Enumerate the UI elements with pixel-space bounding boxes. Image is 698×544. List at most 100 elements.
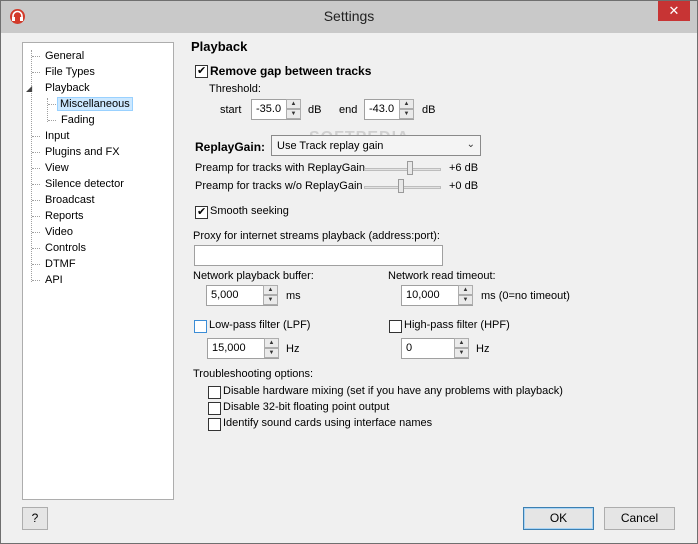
proxy-input[interactable] — [194, 245, 443, 266]
troubleshooting-label: Troubleshooting options: — [193, 368, 314, 380]
start-label: start — [220, 104, 242, 116]
tree-item-plugins-and-fx[interactable]: Plugins and FX — [43, 144, 122, 160]
lpf-label[interactable]: Low-pass filter (LPF) — [209, 319, 310, 331]
end-label: end — [339, 104, 358, 116]
tree-item-controls[interactable]: Controls — [43, 240, 88, 256]
identify-sound-cards-checkbox[interactable] — [208, 418, 221, 431]
replaygain-select[interactable]: Use Track replay gain ⌄ — [271, 135, 481, 156]
help-button[interactable]: ? — [22, 507, 48, 530]
net-timeout-spinner[interactable]: 10,000 ▲ ▼ — [401, 285, 473, 306]
tree-connector — [47, 98, 48, 122]
remove-gap-checkbox[interactable] — [195, 64, 208, 78]
spin-down-icon[interactable]: ▼ — [399, 109, 414, 119]
end-spinner[interactable]: -43.0 ▲ ▼ — [364, 99, 414, 120]
preamp-with-track[interactable] — [364, 168, 441, 171]
lpf-unit: Hz — [286, 343, 300, 355]
preamp-with-slider-thumb[interactable] — [407, 161, 413, 175]
smooth-seeking-checkbox[interactable] — [195, 205, 208, 219]
net-buffer-unit: ms — [286, 290, 301, 302]
tree-connector — [32, 72, 40, 73]
start-value: -35.0 — [256, 103, 282, 115]
disable-32bit-checkbox[interactable] — [208, 402, 221, 415]
spin-down-icon[interactable]: ▼ — [264, 348, 279, 358]
smooth-seeking-label[interactable]: Smooth seeking — [210, 205, 289, 217]
tree-item-miscellaneous[interactable]: Miscellaneous — [57, 96, 133, 112]
preamp-with-label: Preamp for tracks with ReplayGain — [195, 162, 365, 174]
tree-item-video[interactable]: Video — [43, 224, 75, 240]
identify-sound-cards-label[interactable]: Identify sound cards using interface nam… — [223, 417, 432, 429]
proxy-label: Proxy for internet streams playback (add… — [193, 230, 440, 242]
spin-down-icon[interactable]: ▼ — [458, 295, 473, 305]
close-button[interactable]: ✕ — [658, 1, 690, 21]
spin-down-icon[interactable]: ▼ — [263, 295, 278, 305]
tree-item-reports[interactable]: Reports — [43, 208, 86, 224]
end-value: -43.0 — [369, 103, 395, 115]
tree-connector — [32, 184, 40, 185]
net-buffer-label: Network playback buffer: — [193, 270, 314, 282]
spin-up-icon[interactable]: ▲ — [264, 338, 279, 348]
net-timeout-value: 10,000 — [406, 289, 440, 301]
preamp-with-value: +6 dB — [449, 162, 479, 174]
spin-up-icon[interactable]: ▲ — [263, 285, 278, 295]
tree-item-broadcast[interactable]: Broadcast — [43, 192, 97, 208]
collapse-triangle-icon[interactable]: ◢ — [26, 84, 32, 93]
net-buffer-spinner[interactable]: 5,000 ▲ ▼ — [206, 285, 278, 306]
tree-connector — [32, 232, 40, 233]
tree-item-fading[interactable]: Fading — [59, 112, 97, 128]
net-timeout-unit: ms (0=no timeout) — [481, 290, 570, 302]
window-title: Settings — [323, 8, 375, 24]
hpf-label[interactable]: High-pass filter (HPF) — [404, 319, 510, 331]
lpf-value: 15,000 — [212, 342, 246, 354]
replaygain-label: ReplayGain: — [195, 140, 266, 154]
dialog-body: General File Types ◢ Playback Miscellane… — [9, 33, 689, 537]
spin-up-icon[interactable]: ▲ — [286, 99, 301, 109]
tree-connector — [32, 216, 40, 217]
lpf-checkbox[interactable] — [194, 320, 207, 333]
hpf-spinner[interactable]: 0 ▲ ▼ — [401, 338, 469, 359]
disable-32bit-label[interactable]: Disable 32-bit floating point output — [223, 401, 389, 413]
end-unit: dB — [422, 104, 436, 116]
tree-item-silence-detector[interactable]: Silence detector — [43, 176, 126, 192]
tree-item-api[interactable]: API — [43, 272, 65, 288]
disable-hw-mixing-label[interactable]: Disable hardware mixing (set if you have… — [223, 385, 563, 397]
hpf-value: 0 — [406, 342, 413, 354]
remove-gap-label[interactable]: Remove gap between tracks — [210, 64, 371, 78]
net-buffer-value: 5,000 — [211, 289, 239, 301]
tree-item-dtmf[interactable]: DTMF — [43, 256, 78, 272]
tree-connector — [32, 136, 40, 137]
tree-connector — [32, 264, 40, 265]
preamp-without-slider-thumb[interactable] — [398, 179, 404, 193]
net-timeout-label: Network read timeout: — [388, 270, 496, 282]
tree-connector — [32, 152, 40, 153]
start-spinner[interactable]: -35.0 ▲ ▼ — [251, 99, 301, 120]
chevron-down-icon: ⌄ — [466, 139, 475, 150]
tree-connector — [32, 248, 40, 249]
settings-tree[interactable]: General File Types ◢ Playback Miscellane… — [22, 42, 174, 500]
hpf-checkbox[interactable] — [389, 320, 402, 333]
cancel-button[interactable]: Cancel — [604, 507, 675, 530]
threshold-label: Threshold: — [209, 83, 261, 95]
lpf-spinner[interactable]: 15,000 ▲ ▼ — [207, 338, 279, 359]
tree-item-view[interactable]: View — [43, 160, 71, 176]
tree-connector — [32, 280, 40, 281]
tree-item-general[interactable]: General — [43, 48, 86, 64]
settings-window: Settings ✕ General File Types ◢ Playback… — [0, 0, 698, 544]
section-title: Playback — [191, 39, 248, 54]
spin-down-icon[interactable]: ▼ — [286, 109, 301, 119]
title-bar[interactable]: Settings ✕ — [1, 1, 697, 33]
tree-connector — [32, 200, 40, 201]
spin-up-icon[interactable]: ▲ — [458, 285, 473, 295]
tree-item-input[interactable]: Input — [43, 128, 71, 144]
preamp-without-label: Preamp for tracks w/o ReplayGain — [195, 180, 363, 192]
preamp-without-value: +0 dB — [449, 180, 479, 192]
disable-hw-mixing-checkbox[interactable] — [208, 386, 221, 399]
tree-connector — [32, 168, 40, 169]
start-unit: dB — [308, 104, 322, 116]
spin-up-icon[interactable]: ▲ — [454, 338, 469, 348]
spin-up-icon[interactable]: ▲ — [399, 99, 414, 109]
replaygain-selected-value: Use Track replay gain — [277, 140, 384, 152]
spin-down-icon[interactable]: ▼ — [454, 348, 469, 358]
ok-button[interactable]: OK — [523, 507, 594, 530]
tree-item-file-types[interactable]: File Types — [43, 64, 97, 80]
tree-item-playback[interactable]: Playback — [43, 80, 92, 96]
